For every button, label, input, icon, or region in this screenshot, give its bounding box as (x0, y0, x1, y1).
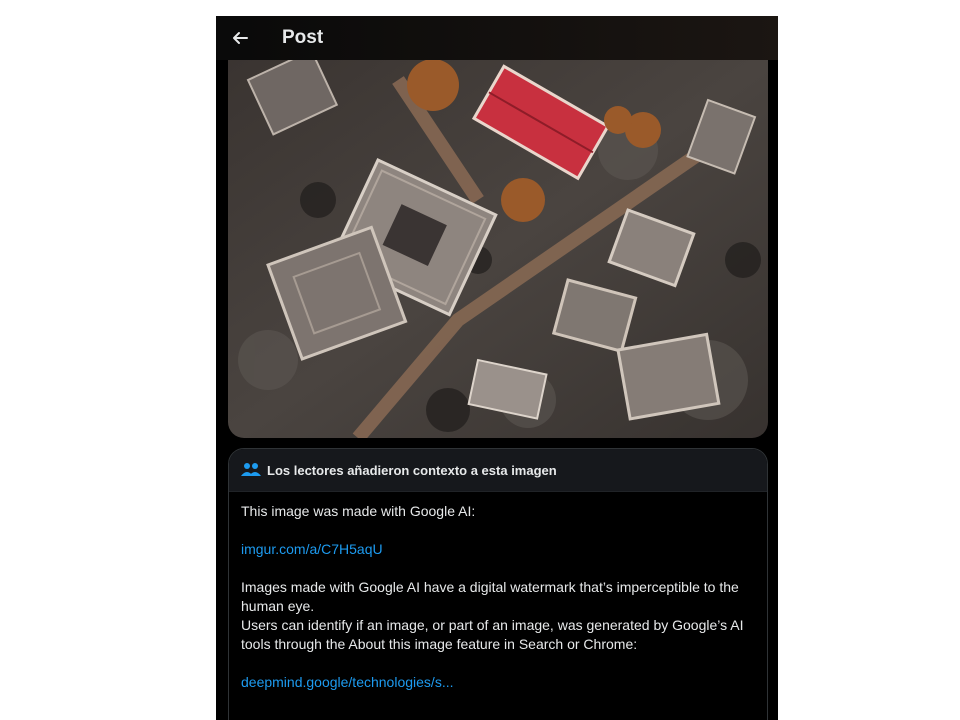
community-note-header: Los lectores añadieron contexto a esta i… (229, 449, 767, 492)
note-link-deepmind[interactable]: deepmind.google/technologies/s... (241, 674, 453, 690)
back-button[interactable] (226, 24, 254, 52)
note-paragraph-2b: Users can identify if an image, or part … (241, 617, 744, 652)
note-paragraph-2a: Images made with Google AI have a digita… (241, 579, 739, 614)
community-note-heading: Los lectores añadieron contexto a esta i… (267, 462, 557, 478)
note-link-imgur[interactable]: imgur.com/a/C7H5aqU (241, 541, 383, 557)
top-bar: Post (216, 16, 778, 60)
community-note: Los lectores añadieron contexto a esta i… (228, 448, 768, 720)
people-icon (241, 463, 261, 476)
page-title: Post (282, 27, 324, 48)
post-image[interactable] (228, 60, 768, 438)
note-line-1: This image was made with Google AI: (241, 503, 476, 519)
post-view: Post Los lectores añadieron contexto a e… (216, 16, 778, 720)
arrow-left-icon (233, 32, 248, 44)
